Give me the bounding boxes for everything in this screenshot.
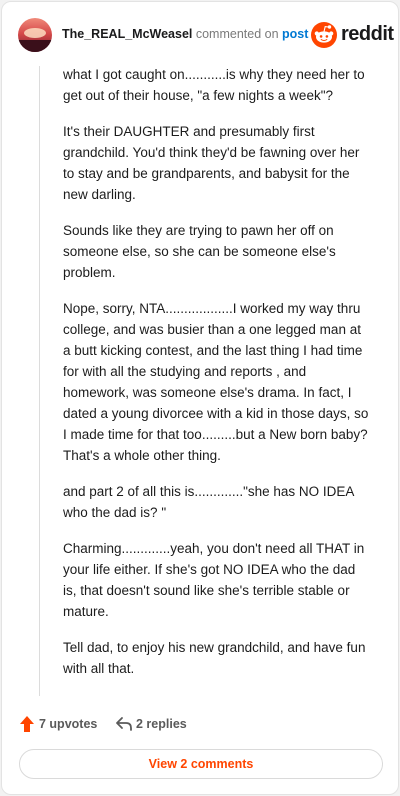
comment-paragraph: It's their DAUGHTER and presumably first…: [63, 124, 360, 202]
reply-arrow-icon[interactable]: [115, 715, 133, 733]
comment-paragraph: Charming.............yeah, you don't nee…: [63, 541, 365, 619]
username-link[interactable]: The_REAL_McWeasel: [62, 27, 192, 41]
comment-meta: The_REAL_McWeasel commented on post: [62, 27, 308, 41]
view-comments-button[interactable]: View 2 comments: [19, 749, 383, 779]
comment-paragraph: what I got caught on...........is why th…: [63, 67, 365, 103]
commented-on-text: commented on: [195, 27, 279, 41]
comment-actions: 7 upvotes 2 replies: [19, 715, 389, 735]
comment-body: what I got caught on...........is why th…: [63, 64, 369, 694]
comment-card: The_REAL_McWeasel commented on post redd…: [1, 1, 399, 795]
replies-count[interactable]: 2 replies: [136, 717, 187, 731]
comment-header: The_REAL_McWeasel commented on post redd…: [2, 2, 400, 66]
comment-paragraph: Tell dad, to enjoy his new grandchild, a…: [63, 640, 366, 676]
comment-paragraph: Nope, sorry, NTA..................I work…: [63, 301, 369, 463]
reddit-logo-icon: [311, 22, 337, 48]
avatar[interactable]: [18, 18, 52, 52]
thread-line: [39, 66, 40, 696]
comment-paragraph: and part 2 of all this is............."s…: [63, 484, 354, 520]
post-link[interactable]: post: [282, 27, 308, 41]
upvote-arrow-icon[interactable]: [19, 715, 35, 733]
upvotes-count[interactable]: 7 upvotes: [39, 717, 97, 731]
comment-paragraph: Sounds like they are trying to pawn her …: [63, 223, 336, 280]
reddit-wordmark: reddit: [341, 23, 394, 45]
